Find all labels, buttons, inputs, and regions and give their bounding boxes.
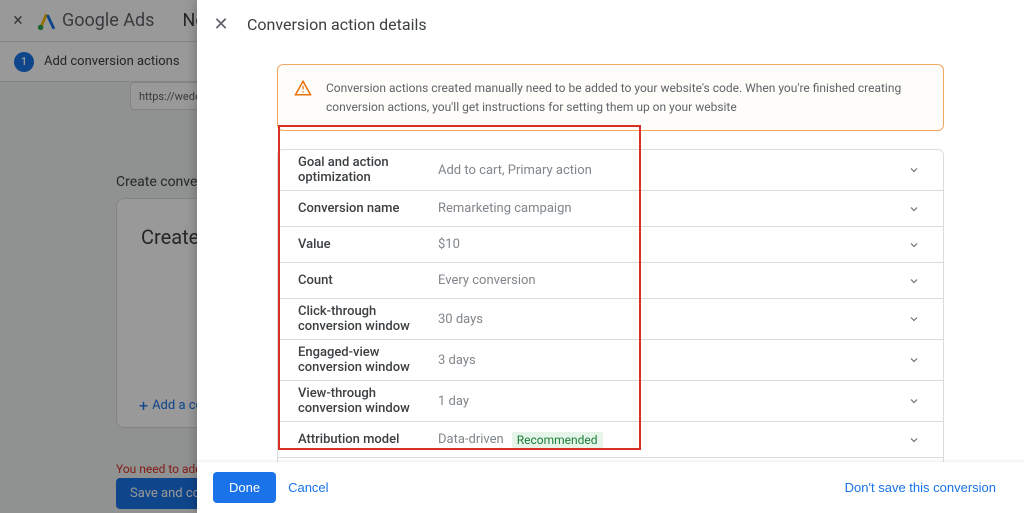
setting-value: 30 days bbox=[438, 312, 905, 327]
setting-row[interactable]: Engaged-view conversion window3 days bbox=[278, 339, 943, 380]
modal-title: Conversion action details bbox=[247, 15, 427, 34]
setting-label: Value bbox=[298, 237, 438, 252]
setting-value: Add to cart, Primary action bbox=[438, 163, 905, 178]
cancel-button[interactable]: Cancel bbox=[276, 472, 340, 503]
setting-label: Click-through conversion window bbox=[298, 304, 438, 334]
warning-banner: Conversion actions created manually need… bbox=[277, 64, 944, 131]
setting-row[interactable]: CountEvery conversion bbox=[278, 262, 943, 298]
modal-footer: Done Cancel Don't save this conversion bbox=[197, 462, 1024, 513]
setting-label: Conversion name bbox=[298, 201, 438, 216]
setting-label: View-through conversion window bbox=[298, 386, 438, 416]
setting-row[interactable]: Value$10 bbox=[278, 226, 943, 262]
modal-header: ✕ Conversion action details bbox=[197, 0, 1024, 48]
setting-row[interactable]: Click-through conversion window30 days bbox=[278, 298, 943, 339]
chevron-down-icon bbox=[905, 164, 923, 176]
close-modal-icon[interactable]: ✕ bbox=[211, 14, 231, 35]
conversion-action-modal: ✕ Conversion action details Conversion a… bbox=[197, 0, 1024, 513]
modal-body: Conversion actions created manually need… bbox=[197, 48, 1024, 462]
chevron-down-icon bbox=[905, 434, 923, 446]
setting-row[interactable]: View-through conversion window1 day bbox=[278, 380, 943, 421]
settings-list: Goal and action optimizationAdd to cart,… bbox=[277, 149, 944, 462]
recommended-badge: Recommended bbox=[512, 432, 603, 448]
chevron-down-icon bbox=[905, 275, 923, 287]
chevron-down-icon bbox=[905, 239, 923, 251]
chevron-down-icon bbox=[905, 313, 923, 325]
warning-icon bbox=[294, 79, 312, 97]
setting-value: Remarketing campaign bbox=[438, 201, 905, 216]
setting-label: Count bbox=[298, 273, 438, 288]
setting-label: Engaged-view conversion window bbox=[298, 345, 438, 375]
chevron-down-icon bbox=[905, 203, 923, 215]
setting-row[interactable]: Attribution modelData-drivenRecommended bbox=[278, 421, 943, 457]
setting-value: 1 day bbox=[438, 394, 905, 409]
setting-row[interactable]: Conversion nameRemarketing campaign bbox=[278, 190, 943, 226]
setting-row[interactable]: Goal and action optimizationAdd to cart,… bbox=[278, 150, 943, 190]
done-button[interactable]: Done bbox=[213, 472, 276, 503]
setting-value: $10 bbox=[438, 237, 905, 252]
chevron-down-icon bbox=[905, 354, 923, 366]
setting-value: Data-drivenRecommended bbox=[438, 432, 905, 448]
setting-value: 3 days bbox=[438, 353, 905, 368]
setting-label: Attribution model bbox=[298, 432, 438, 447]
warning-text: Conversion actions created manually need… bbox=[326, 79, 927, 116]
chevron-down-icon bbox=[905, 395, 923, 407]
dont-save-button[interactable]: Don't save this conversion bbox=[833, 472, 1008, 503]
setting-value: Every conversion bbox=[438, 273, 905, 288]
setting-label: Goal and action optimization bbox=[298, 155, 438, 185]
